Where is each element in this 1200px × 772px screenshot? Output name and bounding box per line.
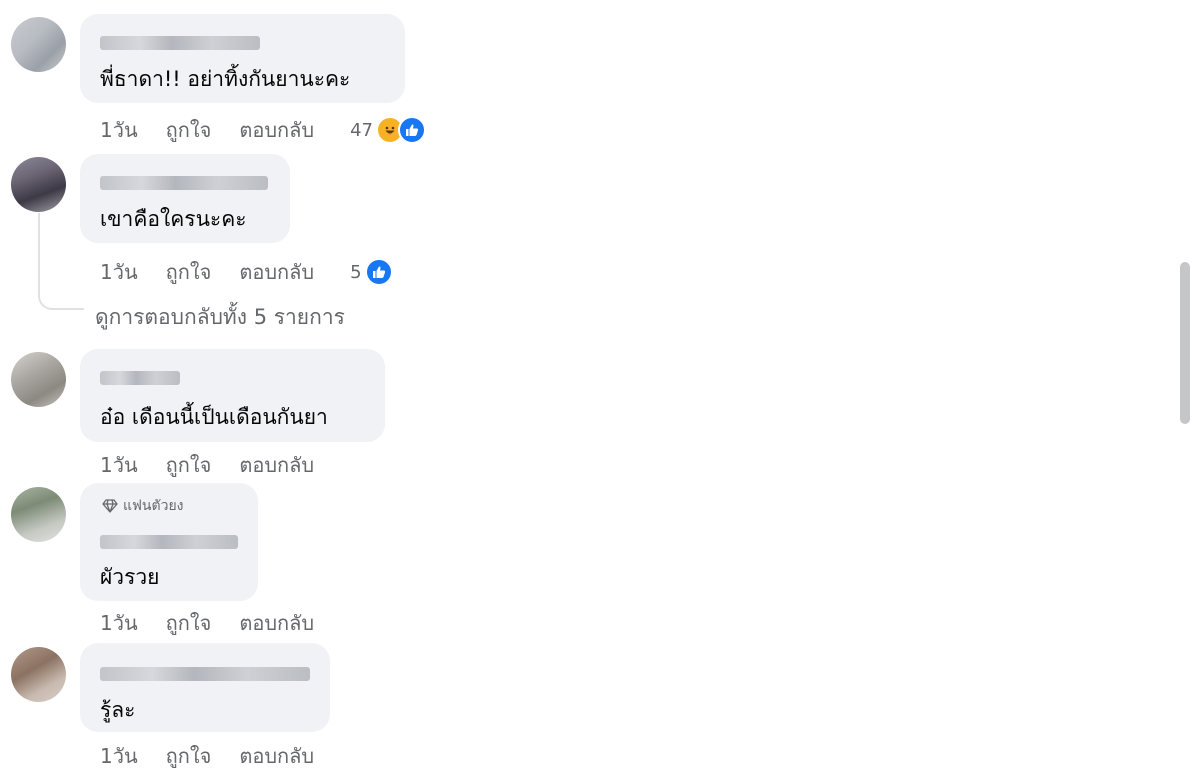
comment-text: รู้ละ xyxy=(100,698,136,722)
reply-button[interactable]: ตอบกลับ xyxy=(239,740,314,772)
comment-time[interactable]: 1วัน xyxy=(100,256,138,288)
comment-actions: 1วัน ถูกใจ ตอบกลับ 5 xyxy=(100,256,393,288)
comment-time[interactable]: 1วัน xyxy=(100,740,138,772)
comment-actions: 1วัน ถูกใจ ตอบกลับ xyxy=(100,740,342,772)
reaction-count: 5 xyxy=(350,261,362,283)
author-name-blurred[interactable] xyxy=(100,371,180,385)
reply-button[interactable]: ตอบกลับ xyxy=(239,607,314,639)
comment-actions: 1วัน ถูกใจ ตอบกลับ 47 xyxy=(100,114,427,146)
comment-actions: 1วัน ถูกใจ ตอบกลับ xyxy=(100,449,342,481)
avatar[interactable] xyxy=(11,157,66,212)
comment-bubble: รู้ละ xyxy=(80,643,330,732)
reaction-summary[interactable]: 47 xyxy=(350,116,427,144)
like-button[interactable]: ถูกใจ xyxy=(166,114,212,146)
comment-text: ผัวรวย xyxy=(100,565,160,589)
comment-text: พี่ธาดา!! อย่าทิ้งกันยานะคะ xyxy=(100,67,351,91)
author-name-blurred[interactable] xyxy=(100,535,238,549)
author-name-blurred[interactable] xyxy=(100,36,260,50)
avatar[interactable] xyxy=(11,487,66,542)
comment-text: อ๋อ เดือนนี้เป็นเดือนกันยา xyxy=(100,405,328,429)
scrollbar-thumb[interactable] xyxy=(1180,262,1190,424)
reply-button[interactable]: ตอบกลับ xyxy=(239,256,314,288)
avatar[interactable] xyxy=(11,352,66,407)
reaction-summary[interactable]: 5 xyxy=(350,258,393,286)
like-button[interactable]: ถูกใจ xyxy=(166,740,212,772)
like-button[interactable]: ถูกใจ xyxy=(166,256,212,288)
comment-time[interactable]: 1วัน xyxy=(100,114,138,146)
comment-bubble: พี่ธาดา!! อย่าทิ้งกันยานะคะ xyxy=(80,14,405,103)
reply-thread-line xyxy=(38,213,84,310)
top-fan-badge: แฟนตัวยง xyxy=(102,495,184,517)
badge-label: แฟนตัวยง xyxy=(123,498,184,514)
comment-time[interactable]: 1วัน xyxy=(100,607,138,639)
comment-bubble: อ๋อ เดือนนี้เป็นเดือนกันยา xyxy=(80,349,385,442)
avatar[interactable] xyxy=(11,17,66,72)
author-name-blurred[interactable] xyxy=(100,176,268,190)
diamond-icon xyxy=(102,499,118,513)
comment-bubble: เขาคือใครนะคะ xyxy=(80,154,290,243)
like-icon xyxy=(398,116,427,144)
comment-text: เขาคือใครนะคะ xyxy=(100,207,247,231)
comment-actions: 1วัน ถูกใจ ตอบกลับ xyxy=(100,607,342,639)
avatar[interactable] xyxy=(11,647,66,702)
like-button[interactable]: ถูกใจ xyxy=(166,607,212,639)
like-button[interactable]: ถูกใจ xyxy=(166,449,212,481)
comment-time[interactable]: 1วัน xyxy=(100,449,138,481)
reaction-count: 47 xyxy=(350,119,374,141)
like-icon xyxy=(364,258,393,286)
comment-bubble: แฟนตัวยง ผัวรวย xyxy=(80,483,258,601)
reply-button[interactable]: ตอบกลับ xyxy=(239,449,314,481)
view-replies-link[interactable]: ดูการตอบกลับทั้ง 5 รายการ xyxy=(95,301,345,334)
author-name-blurred[interactable] xyxy=(100,667,310,681)
reply-button[interactable]: ตอบกลับ xyxy=(239,114,314,146)
